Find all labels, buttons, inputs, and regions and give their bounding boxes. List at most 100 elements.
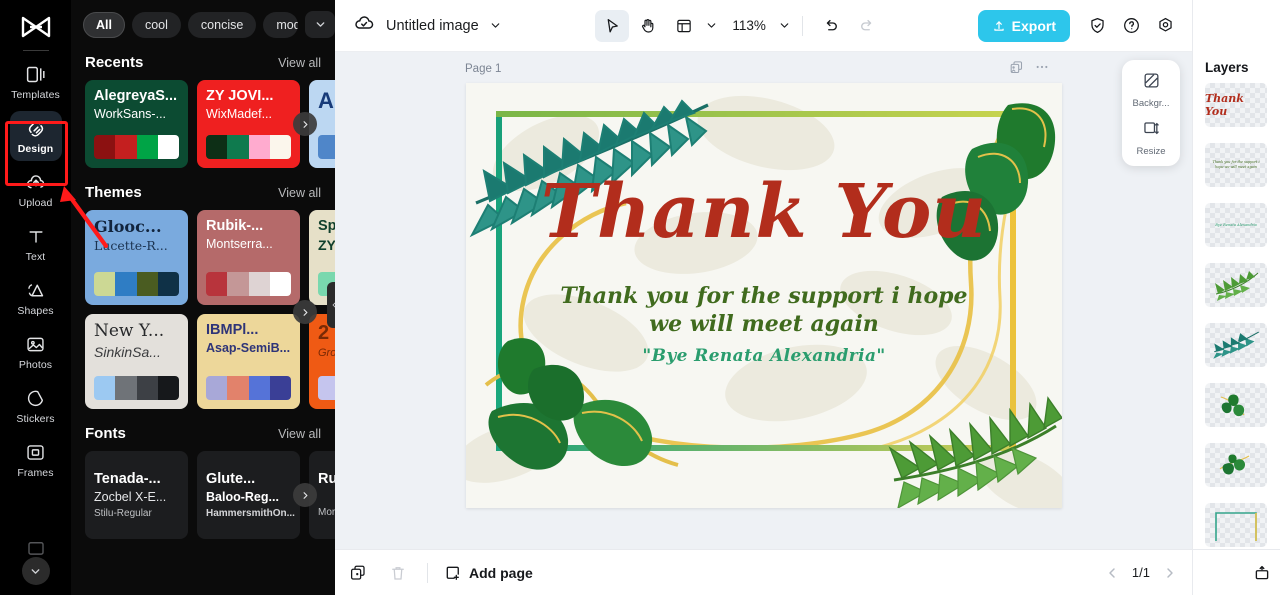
add-page-label: Add page (469, 564, 533, 581)
themes-row-2: New Y... SinkinSa... IBMPl... Asap-SemiB… (71, 300, 335, 409)
settings-gear-icon[interactable] (1150, 11, 1180, 41)
theme-card-6[interactable]: 2 Gro (309, 314, 335, 409)
resize-icon (1141, 119, 1160, 143)
sidebar-item-label: Upload (18, 196, 53, 209)
title-chevron-down-icon[interactable] (489, 19, 502, 32)
export-label: Export (1011, 17, 1056, 34)
themes-next-arrow[interactable] (293, 300, 317, 324)
capcut-logo-icon[interactable] (19, 14, 53, 40)
section-header-recents: Recents View all (71, 54, 335, 71)
card-swatches (94, 272, 179, 296)
sidebar-item-design[interactable]: Design (9, 111, 62, 161)
card-swatches (94, 376, 179, 400)
redo-button[interactable] (850, 10, 884, 42)
next-page-icon[interactable] (1162, 565, 1178, 581)
view-all-themes[interactable]: View all (278, 186, 321, 200)
card-font-primary: Sp (318, 218, 335, 234)
layout-tool-button[interactable] (667, 10, 701, 42)
leaf-cluster-bottom-left (484, 338, 679, 470)
view-all-fonts[interactable]: View all (278, 427, 321, 441)
background-tool-button[interactable]: Backgr... (1133, 71, 1169, 109)
layer-preview: Thank You (1205, 83, 1267, 127)
canvas-tools-group: 113% (595, 9, 884, 42)
document-title[interactable]: Untitled image (386, 18, 479, 34)
shield-check-icon[interactable] (1082, 11, 1112, 41)
sidebar-item-stickers[interactable]: Stickers (10, 381, 62, 431)
theme-card-1[interactable]: Glooc... Lucette-R... (85, 210, 188, 305)
export-button[interactable]: Export (977, 9, 1070, 42)
more-horizontal-icon[interactable] (1034, 59, 1050, 75)
chip-concise[interactable]: concise (187, 11, 257, 38)
sidebar-item-partial-next[interactable] (25, 541, 47, 555)
layer-thumb-signature-text[interactable]: Bye Renata Alexandria (1205, 203, 1267, 247)
left-nav-rail: Templates Design Upload Text Shapes Phot… (0, 0, 71, 595)
layer-thumb-palm-leaf-teal[interactable] (1205, 323, 1267, 367)
view-all-recents[interactable]: View all (278, 56, 321, 70)
layer-preview (1205, 263, 1267, 307)
fonts-row: Tenada-... Zocbel X-E... Stilu-Regular G… (71, 451, 335, 539)
layer-thumb-palm-leaf-green[interactable] (1205, 263, 1267, 307)
text-icon (26, 226, 46, 248)
editor-main: Untitled image 113% Export Page 1 Thank … (335, 0, 1192, 595)
prev-page-icon[interactable] (1104, 565, 1120, 581)
design-signature: "Bye Renata Alexandria" (642, 346, 886, 366)
chip-all[interactable]: All (83, 11, 125, 38)
help-circle-icon[interactable] (1116, 11, 1146, 41)
recents-row: AlegreyaS... WorkSans-... ZY JOVI... Wix… (71, 80, 335, 168)
design-artboard[interactable]: Thank You Thank you for the support i ho… (466, 83, 1062, 508)
bottom-divider (427, 562, 428, 583)
font-card-1[interactable]: Tenada-... Zocbel X-E... Stilu-Regular (85, 451, 188, 539)
sidebar-item-label: Templates (11, 88, 60, 101)
recent-card-1[interactable]: AlegreyaS... WorkSans-... (85, 80, 188, 168)
shapes-icon (25, 280, 46, 302)
layer-text-preview: Bye Renata Alexandria (1215, 223, 1257, 227)
zoom-level[interactable]: 113% (732, 18, 766, 33)
duplicate-page-icon[interactable] (1009, 60, 1024, 75)
chip-cool[interactable]: cool (131, 11, 181, 38)
theme-card-5[interactable]: IBMPl... Asap-SemiB... (197, 314, 300, 409)
photos-icon (25, 334, 46, 356)
sidebar-item-label: Text (25, 250, 46, 263)
layer-thumb-leaf-branch-top[interactable] (1205, 383, 1267, 427)
card-font-secondary: Gro (318, 347, 335, 359)
card-font-secondary: Zocbel X-E... (94, 490, 167, 505)
sidebar-item-frames[interactable]: Frames (10, 435, 62, 485)
sidebar-item-templates[interactable]: Templates (10, 57, 62, 107)
recent-card-2[interactable]: ZY JOVI... WixMadef... (197, 80, 300, 168)
chip-modern[interactable]: modern (263, 11, 298, 38)
trash-icon[interactable] (389, 564, 407, 582)
layer-thumb-thank-you-text[interactable]: Thank You (1205, 83, 1267, 127)
layer-thumb-frame-border[interactable] (1205, 503, 1267, 547)
chevron-down-icon[interactable] (305, 11, 335, 38)
duplicate-icon[interactable] (349, 564, 367, 582)
rail-collapse-button[interactable] (21, 557, 50, 585)
add-page-button[interactable]: Add page (444, 564, 533, 582)
page-label: Page 1 (465, 63, 502, 75)
layer-thumb-leaf-branch-bottom[interactable] (1205, 443, 1267, 487)
sidebar-item-upload[interactable]: Upload (10, 165, 62, 215)
resize-tool-button[interactable]: Resize (1136, 119, 1166, 157)
sidebar-item-photos[interactable]: Photos (10, 327, 62, 377)
panel-collapse-handle[interactable] (327, 282, 335, 328)
background-icon (1142, 71, 1161, 95)
sidebar-item-text[interactable]: Text (10, 219, 62, 269)
undo-button[interactable] (814, 10, 848, 42)
theme-card-2[interactable]: Rubik-... Montserra... (197, 210, 300, 305)
sidebar-item-shapes[interactable]: Shapes (10, 273, 62, 323)
theme-card-4[interactable]: New Y... SinkinSa... (85, 314, 188, 409)
canvas-area: Page 1 Thank You Thank you for the suppo… (335, 52, 1192, 549)
select-tool-button[interactable] (595, 9, 630, 42)
fonts-next-arrow[interactable] (293, 483, 317, 507)
hand-tool-button[interactable] (631, 10, 665, 42)
layer-thumb-subtitle-text[interactable]: Thank you for the support i hope we will… (1205, 143, 1267, 187)
recents-next-arrow[interactable] (293, 112, 317, 136)
layout-chevron-down-icon[interactable] (705, 19, 718, 32)
card-font-primary: Tenada-... (94, 471, 161, 487)
layers-list[interactable]: Thank You Thank you for the support i ho… (1193, 81, 1280, 561)
present-icon[interactable] (1253, 564, 1271, 582)
card-swatches (318, 135, 335, 159)
font-card-2[interactable]: Glute... Baloo-Reg... HammersmithOn... (197, 451, 300, 539)
palm-leaf-teal-preview (1213, 331, 1259, 359)
sidebar-item-label: Photos (18, 358, 53, 371)
zoom-chevron-down-icon[interactable] (778, 19, 791, 32)
